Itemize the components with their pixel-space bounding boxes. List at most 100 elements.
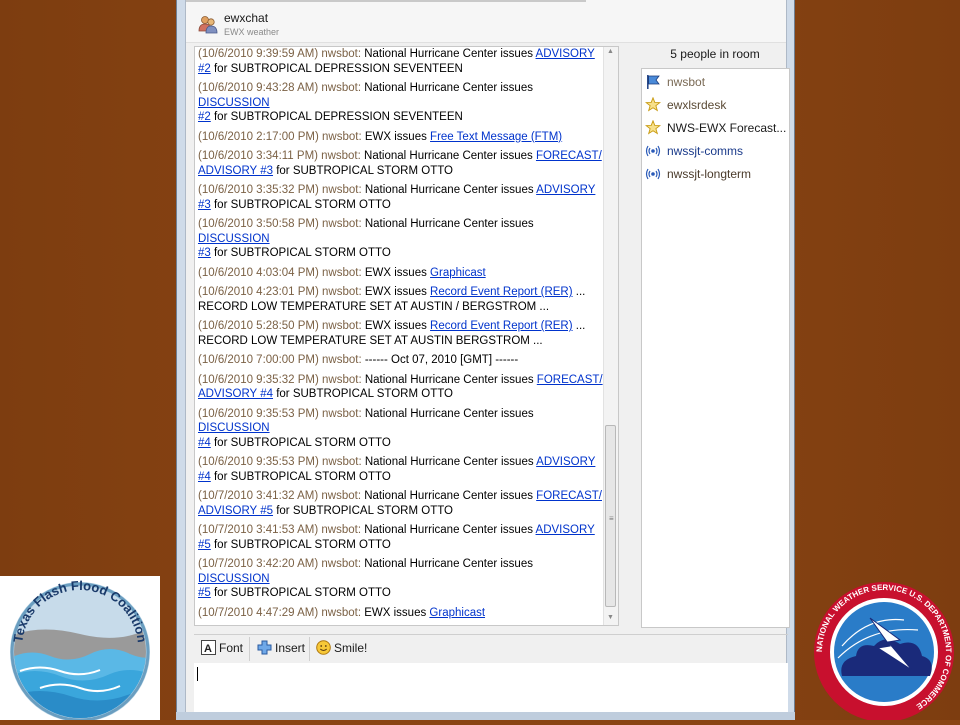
message-text: National Hurricane Center issues — [361, 407, 534, 420]
chat-message: (10/6/2010 4:03:04 PM) nwsbot: EWX issue… — [198, 266, 603, 281]
message-timestamp: (10/6/2010 4:03:04 PM) nwsbot: — [198, 266, 362, 279]
message-link[interactable]: #5 — [198, 587, 211, 599]
message-link[interactable]: ADVISORY — [536, 524, 595, 536]
chat-message: (10/6/2010 9:43:28 AM) nwsbot: National … — [198, 81, 603, 125]
text-caret — [197, 667, 198, 681]
message-text: for SUBTROPICAL STORM OTTO — [210, 198, 391, 211]
message-timestamp: (10/6/2010 4:23:01 PM) nwsbot: — [198, 286, 362, 298]
message-timestamp: (10/6/2010 9:35:53 PM) nwsbot: — [198, 456, 362, 468]
participant-name: nwssjt-longterm — [667, 167, 752, 181]
star-icon — [644, 119, 662, 136]
message-link[interactable]: DISCUSSION — [198, 233, 270, 245]
chat-message: (10/6/2010 3:34:11 PM) nwsbot: National … — [198, 149, 603, 178]
toolbar-divider — [309, 637, 310, 661]
message-link[interactable]: FORECAST/ — [536, 490, 602, 502]
broadcast-icon — [645, 143, 661, 159]
message-link[interactable]: Free Text Message (FTM) — [430, 131, 562, 143]
message-link[interactable]: #3 — [198, 247, 211, 259]
message-link[interactable]: FORECAST/ — [537, 374, 603, 386]
message-text: National Hurricane Center issues — [361, 456, 537, 468]
insert-label: Insert — [275, 640, 306, 655]
message-text: for SUBTROPICAL STORM OTTO — [273, 504, 453, 517]
message-link[interactable]: #2 — [198, 63, 211, 75]
message-text: National Hurricane Center issues — [361, 558, 533, 570]
message-text: for SUBTROPICAL DEPRESSION SEVENTEEN — [210, 111, 463, 123]
scroll-down-arrow-icon[interactable]: ▼ — [607, 614, 614, 621]
message-timestamp: (10/6/2010 3:35:32 PM) nwsbot: — [198, 184, 362, 196]
message-text: EWX issues — [361, 320, 431, 332]
chat-message: (10/6/2010 7:00:00 PM) nwsbot: ------ Oc… — [198, 353, 603, 368]
message-link[interactable]: #2 — [198, 111, 211, 123]
font-icon: A — [201, 640, 216, 656]
chat-message: (10/7/2010 4:47:29 AM) nwsbot: EWX issue… — [198, 606, 603, 621]
message-link[interactable]: ADVISORY — [536, 456, 595, 468]
message-link[interactable]: ADVISORY #5 — [198, 505, 273, 517]
smile-button[interactable]: Smile! — [316, 640, 367, 658]
participant-item[interactable]: nwssjt-comms — [645, 141, 787, 161]
chat-log[interactable]: (10/6/2010 9:39:59 AM) nwsbot: National … — [194, 46, 619, 626]
message-link[interactable]: Record Event Report (RER) — [430, 286, 573, 298]
participant-item[interactable]: ewxlsrdesk — [644, 95, 787, 115]
chat-client-area: ewxchat EWX weather (10/6/2010 9:39:59 A… — [185, 0, 790, 712]
chat-message: (10/6/2010 9:39:59 AM) nwsbot: National … — [198, 47, 603, 76]
message-link[interactable]: FORECAST/ — [536, 150, 602, 162]
message-text: EWX issues — [361, 286, 431, 298]
insert-button[interactable]: Insert — [257, 640, 305, 658]
participant-item[interactable]: nwssjt-longterm — [645, 164, 787, 184]
message-timestamp: (10/6/2010 9:35:53 PM) nwsbot: — [198, 407, 362, 420]
message-text: National Hurricane Center issues — [361, 82, 533, 94]
message-input[interactable] — [194, 663, 788, 712]
room-name: ewxchat — [224, 11, 269, 25]
message-link[interactable]: #4 — [198, 437, 211, 449]
message-link[interactable]: #4 — [198, 471, 211, 483]
message-link[interactable]: DISCUSSION — [198, 573, 270, 585]
message-link[interactable]: #3 — [198, 199, 211, 211]
message-text: EWX issues — [361, 606, 430, 619]
scrollbar-thumb[interactable]: ≡ — [605, 425, 616, 607]
message-link[interactable]: ADVISORY #4 — [198, 388, 273, 400]
message-link[interactable]: DISCUSSION — [198, 97, 270, 109]
message-text: for SUBTROPICAL STORM OTTO — [210, 587, 391, 599]
message-timestamp: (10/7/2010 3:41:53 AM) nwsbot: — [198, 524, 362, 536]
message-link[interactable]: ADVISORY #3 — [198, 165, 273, 177]
nws-logo-graphic: NATIONAL WEATHER SERVICE U.S. DEPARTMENT… — [814, 582, 954, 722]
plus-icon — [257, 640, 272, 655]
message-link[interactable]: Graphicast — [430, 267, 486, 279]
chat-window: ewxchat EWX weather (10/6/2010 9:39:59 A… — [176, 0, 795, 720]
chat-message: (10/6/2010 5:28:50 PM) nwsbot: EWX issue… — [198, 319, 603, 348]
message-link[interactable]: DISCUSSION — [198, 422, 270, 434]
svg-text:A: A — [204, 643, 212, 655]
chat-message: (10/6/2010 9:35:32 PM) nwsbot: National … — [198, 373, 603, 402]
chat-message: (10/7/2010 3:42:20 AM) nwsbot: National … — [198, 557, 603, 601]
scroll-up-arrow-icon[interactable]: ▲ — [607, 48, 614, 55]
chat-message: (10/7/2010 7:42:49 AM) nwsbot: EWX issue… — [198, 625, 603, 626]
message-link[interactable]: #5 — [198, 539, 211, 551]
message-timestamp: (10/7/2010 4:47:29 AM) nwsbot: — [198, 606, 362, 619]
message-text: National Hurricane Center issues — [361, 490, 537, 502]
participant-item[interactable]: NWS-EWX Forecast... — [644, 118, 787, 138]
message-link[interactable]: ADVISORY — [536, 48, 595, 60]
chat-scrollbar[interactable]: ▲ ≡ ▼ — [603, 47, 618, 625]
star-icon — [644, 96, 662, 113]
message-text: for SUBTROPICAL STORM OTTO — [210, 470, 391, 483]
message-link[interactable]: Graphicast — [429, 607, 485, 619]
message-link[interactable]: ADVISORY — [536, 184, 595, 196]
room-subtitle: EWX weather — [224, 27, 280, 37]
chat-message: (10/6/2010 4:23:01 PM) nwsbot: EWX issue… — [198, 285, 603, 314]
toolbar-divider — [249, 637, 250, 661]
chat-message: (10/6/2010 3:50:58 PM) nwsbot: National … — [198, 217, 603, 261]
message-text: for SUBTROPICAL STORM OTTO — [210, 436, 391, 449]
participant-name: nwsbot — [667, 75, 706, 89]
message-text: National Hurricane Center issues — [361, 48, 536, 60]
message-text: EWX issues — [361, 266, 431, 279]
message-text: for SUBTROPICAL STORM OTTO — [273, 388, 453, 400]
participant-name: nwssjt-comms — [667, 144, 744, 158]
message-link[interactable]: Record Event Report (RER) — [430, 320, 573, 332]
message-text: EWX issues — [361, 130, 431, 143]
window-bottom-border — [176, 712, 795, 720]
participant-item[interactable]: nwsbot — [645, 72, 787, 92]
font-button[interactable]: A Font — [201, 640, 243, 658]
flag-icon — [645, 74, 661, 90]
message-text: National Hurricane Center issues — [361, 184, 537, 196]
message-text: National Hurricane Center issues — [361, 218, 534, 230]
